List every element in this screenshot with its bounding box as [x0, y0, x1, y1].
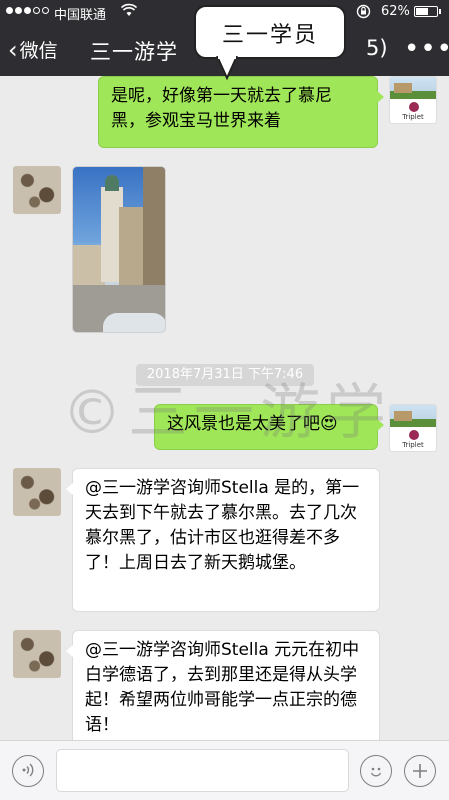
chat-title: 三一游学 [90, 40, 178, 64]
back-button[interactable]: ‹ 微信 [8, 36, 58, 63]
signal-strength-icon [6, 7, 49, 14]
carrier-name: 中国联通 [54, 8, 107, 23]
more-icon[interactable]: ••• [404, 34, 449, 64]
plus-icon[interactable] [404, 755, 436, 787]
message-text: 是呢，好像第一天就去了慕尼黑，参观宝马世界来着 [111, 86, 332, 131]
overlay-bubble-tail [216, 56, 238, 80]
triplet-logo-icon [409, 430, 419, 440]
watermark: ©三一游学 [62, 378, 392, 448]
bubble-tail [66, 483, 73, 495]
chat-area[interactable]: Triplet 是呢，好像第一天就去了慕尼黑，参观宝马世界来着 2018年7月3… [0, 76, 449, 740]
bubble-tail [377, 91, 384, 103]
message-bubble[interactable]: 是呢，好像第一天就去了慕尼黑，参观宝马世界来着 [98, 76, 378, 148]
my-avatar[interactable]: Triplet [389, 404, 437, 452]
input-bar [0, 740, 449, 800]
message-bubble[interactable]: @三一游学咨询师Stella 元元在初中白学德语了，去到那里还是得从头学起！希望… [72, 630, 380, 740]
avatar-logo-text: Triplet [402, 113, 424, 121]
orientation-lock-icon [356, 4, 371, 23]
sender-avatar[interactable] [13, 468, 61, 516]
wifi-icon [120, 3, 138, 21]
my-avatar[interactable]: Triplet [389, 76, 437, 124]
back-label: 微信 [19, 40, 58, 62]
triplet-logo-icon [409, 102, 419, 112]
battery-icon [414, 6, 438, 17]
sender-avatar[interactable] [13, 630, 61, 678]
avatar-logo-text: Triplet [402, 441, 424, 449]
image-message[interactable] [72, 166, 166, 333]
voice-icon[interactable] [12, 755, 44, 787]
bubble-tail [66, 645, 73, 657]
emoji-icon[interactable] [360, 755, 392, 787]
message-text: @三一游学咨询师Stella 是的，第一天去到下午就去了慕尔黑。去了几次慕尔黑了… [85, 478, 360, 573]
sender-avatar[interactable] [13, 166, 61, 214]
battery-tip [439, 9, 441, 14]
message-text: @三一游学咨询师Stella 元元在初中白学德语了，去到那里还是得从头学起！希望… [85, 640, 360, 735]
message-input[interactable] [56, 749, 349, 792]
overlay-label: 三一学员 [221, 23, 318, 48]
message-bubble[interactable]: @三一游学咨询师Stella 是的，第一天去到下午就去了慕尔黑。去了几次慕尔黑了… [72, 468, 380, 612]
member-count: 5) [366, 36, 388, 60]
battery-percent: 62% [381, 4, 410, 19]
chevron-left-icon: ‹ [8, 35, 18, 64]
overlay-label-bubble: 三一学员 [194, 5, 346, 59]
